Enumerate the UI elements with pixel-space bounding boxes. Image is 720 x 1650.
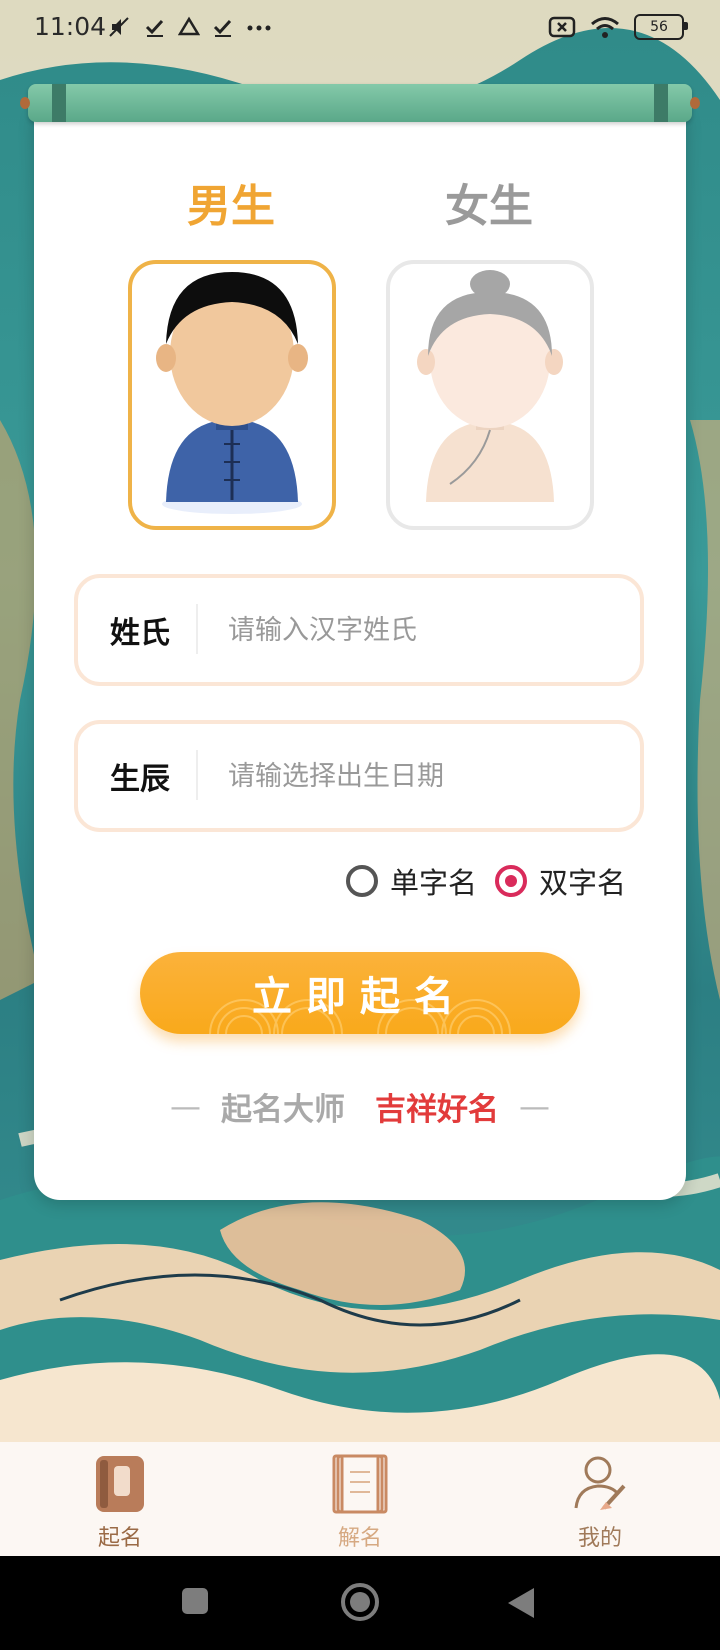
rod-knob-left — [20, 97, 30, 109]
boy-avatar-icon — [156, 272, 308, 514]
generate-name-button[interactable]: 立即起名 — [140, 952, 580, 1034]
more-icon — [247, 25, 271, 31]
back-button[interactable] — [506, 1586, 536, 1620]
single-name-option[interactable]: 单字名 — [346, 860, 477, 902]
double-name-radio[interactable] — [495, 865, 528, 897]
scroll-icon — [332, 1454, 388, 1514]
rod-knob-right — [690, 97, 700, 109]
surname-field: 姓氏 — [74, 574, 644, 686]
slogan-part-2: 吉祥好名 — [375, 1092, 499, 1128]
surname-label: 姓氏 — [110, 616, 170, 651]
home-button[interactable] — [340, 1582, 380, 1622]
slogan-part-1: 起名大师 — [221, 1092, 345, 1128]
gender-tab-male[interactable]: 男生 — [151, 170, 311, 234]
double-name-option[interactable]: 双字名 — [495, 860, 626, 902]
mute-icon — [109, 17, 129, 37]
battery-icon: 56 — [634, 14, 688, 40]
drive-icon — [178, 16, 200, 36]
check-icon — [213, 19, 232, 37]
tab-naming-label: 起名 — [97, 1526, 142, 1551]
tab-interpret[interactable]: 解名 — [240, 1442, 480, 1556]
single-name-radio[interactable] — [346, 865, 378, 897]
gender-tab-female[interactable]: 女生 — [409, 170, 569, 234]
surname-input[interactable] — [226, 604, 610, 656]
tab-mine[interactable]: 我的 — [480, 1442, 720, 1556]
name-type-radio-group: 单字名 双字名 — [346, 860, 644, 902]
wifi-icon — [591, 17, 619, 38]
system-navigation-bar — [0, 1556, 720, 1650]
single-name-label: 单字名 — [390, 866, 478, 900]
scroll-rod-decoration — [20, 84, 700, 122]
field-divider — [196, 604, 198, 654]
status-icons-right: 56 — [548, 14, 688, 40]
status-time: 11:04 — [34, 12, 107, 41]
main-card: 男生 女生 姓氏 请输入汉字姓氏 生辰 请输选择出生日期 单字名 双字名 立即起… — [34, 112, 686, 1200]
bottom-tab-bar: 起名 解名 我的 — [0, 1442, 720, 1556]
tab-naming[interactable]: 起名 — [0, 1442, 240, 1556]
birth-date-input[interactable] — [226, 750, 610, 802]
slogan-dash-right: — — [519, 1088, 550, 1125]
close-box-icon — [548, 16, 576, 38]
tab-interpret-label: 解名 — [337, 1526, 382, 1551]
tab-mine-label: 我的 — [577, 1526, 622, 1551]
user-brush-icon — [574, 1456, 626, 1510]
birth-field: 生辰 — [74, 720, 644, 832]
battery-level: 56 — [650, 19, 668, 35]
book-icon — [96, 1456, 144, 1512]
rod-cap-left — [52, 84, 66, 122]
girl-avatar-icon — [417, 270, 563, 502]
rod-cap-right — [654, 84, 668, 122]
check-icon — [145, 19, 164, 37]
field-divider — [196, 750, 198, 800]
male-avatar-option[interactable] — [128, 260, 336, 530]
status-bar: 11:04 56 — [0, 0, 720, 56]
slogan: — 起名大师 吉祥好名 — — [34, 1084, 686, 1129]
female-avatar-option[interactable] — [386, 260, 594, 530]
generate-name-label: 立即起名 — [252, 973, 468, 1020]
birth-label: 生辰 — [110, 762, 170, 797]
slogan-dash-left: — — [170, 1088, 201, 1125]
double-name-label: 双字名 — [539, 866, 627, 900]
recents-button[interactable] — [180, 1586, 210, 1616]
status-icons-left — [106, 14, 272, 40]
